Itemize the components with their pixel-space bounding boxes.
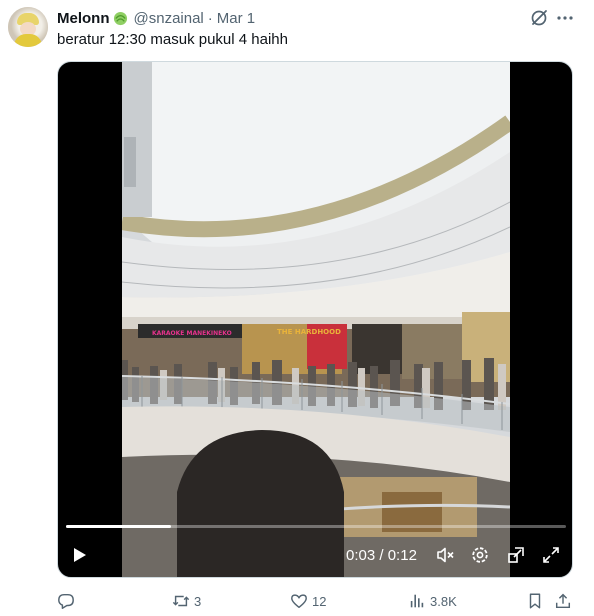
tweet-date[interactable]: Mar 1 — [217, 10, 255, 27]
play-button[interactable] — [68, 544, 90, 566]
bookmark-icon — [529, 593, 541, 609]
grok-icon[interactable] — [529, 8, 549, 28]
share-button[interactable] — [554, 591, 572, 611]
time-separator: / — [375, 547, 388, 564]
progress-bar[interactable] — [66, 525, 566, 528]
user-handle[interactable]: @snzainal — [134, 10, 204, 27]
sign-hardhood: THE HARDHOOD — [277, 328, 341, 336]
play-icon — [74, 548, 86, 562]
duration: 0:12 — [387, 547, 417, 564]
video-frame[interactable]: KARAOKE MANEKINEKO THE HARDHOOD — [122, 62, 510, 578]
share-icon — [555, 593, 571, 609]
sign-karaoke: KARAOKE MANEKINEKO — [152, 330, 232, 337]
fullscreen-icon — [543, 547, 559, 563]
tweet-header: Melonn @snzainal · Mar 1 — [57, 9, 255, 27]
reply-icon — [58, 593, 74, 609]
views-button[interactable]: 3.8K — [408, 591, 457, 611]
tweet[interactable]: Melonn @snzainal · Mar 1 beratur 12:30 m… — [0, 0, 594, 616]
tweet-text: beratur 12:30 masuk pukul 4 haihh — [57, 31, 288, 48]
avatar-body — [14, 34, 42, 47]
picture-in-picture-button[interactable] — [505, 544, 527, 566]
more-options-icon[interactable] — [555, 8, 575, 28]
settings-button[interactable] — [469, 544, 491, 566]
avatar[interactable] — [8, 7, 48, 47]
like-button[interactable]: 12 — [290, 591, 326, 611]
view-count: 3.8K — [430, 593, 457, 609]
action-bar: 3 12 3.8K — [57, 591, 577, 611]
bookmark-button[interactable] — [526, 591, 544, 611]
retweet-count: 3 — [194, 593, 202, 609]
like-count: 12 — [312, 593, 327, 609]
header-separator: · — [207, 9, 213, 27]
settings-icon — [472, 547, 488, 563]
melon-icon — [113, 11, 127, 25]
retweet-icon — [172, 595, 190, 607]
progress-fill — [66, 525, 171, 528]
picture-in-picture-icon — [508, 547, 524, 563]
video-player[interactable]: KARAOKE MANEKINEKO THE HARDHOOD 0:03 / 0… — [57, 61, 573, 578]
current-time: 0:03 — [346, 547, 376, 564]
heart-icon — [291, 594, 307, 609]
display-name[interactable]: Melonn — [57, 10, 110, 27]
mute-icon — [437, 547, 454, 563]
retweet-button[interactable]: 3 — [172, 591, 201, 611]
mute-button[interactable] — [434, 544, 456, 566]
reply-button[interactable] — [57, 591, 79, 611]
video-time: 0:03 / 0:12 — [346, 547, 417, 564]
views-chart-icon — [410, 594, 424, 608]
fullscreen-button[interactable] — [540, 544, 562, 566]
